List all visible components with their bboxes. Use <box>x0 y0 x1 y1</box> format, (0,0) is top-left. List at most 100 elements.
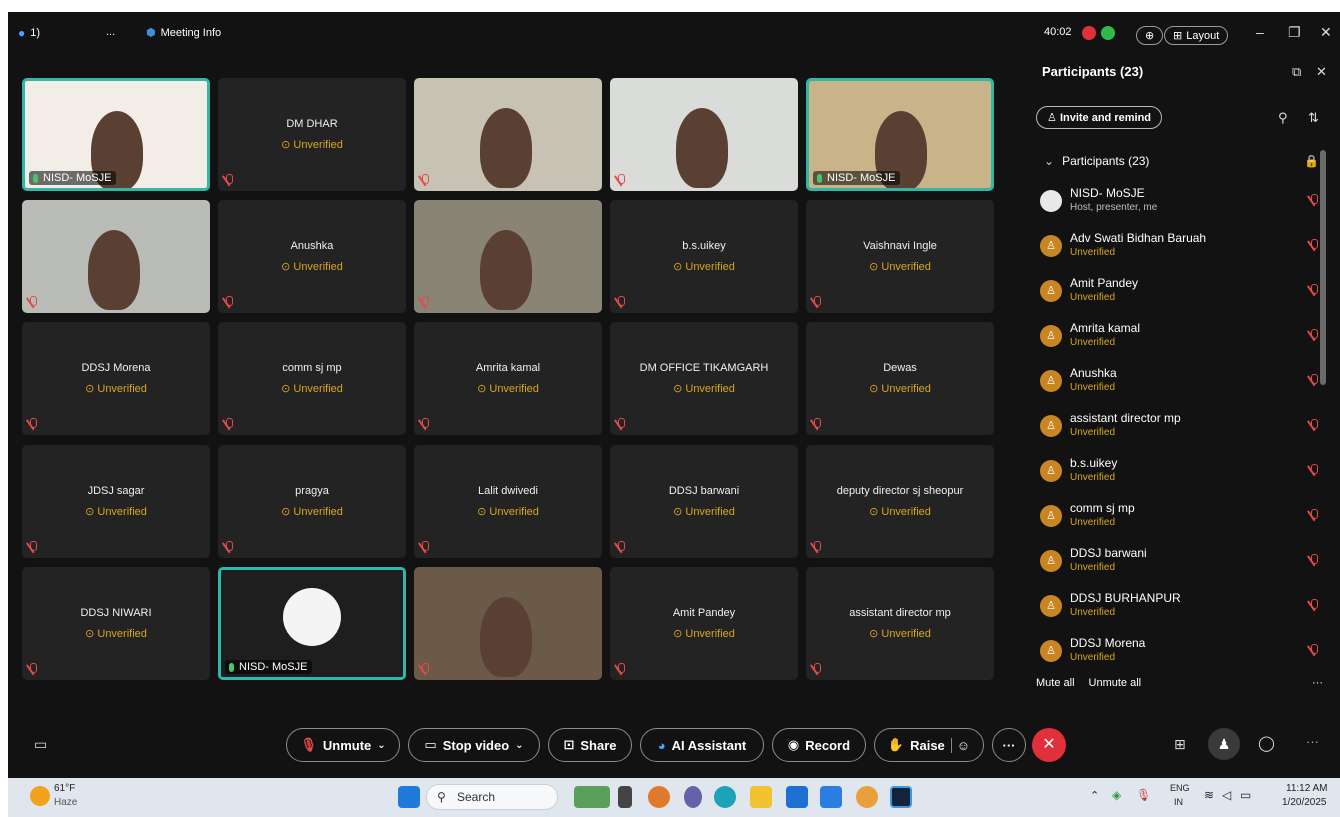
mic-muted-icon[interactable] <box>1309 554 1319 566</box>
teams-icon[interactable] <box>684 786 702 808</box>
meeting-info-button[interactable]: ⬢ Meeting Info <box>146 26 221 40</box>
file-explorer-icon[interactable] <box>750 786 772 808</box>
participant-tile[interactable] <box>610 78 798 191</box>
zoom-button[interactable]: ⊕ <box>1136 26 1164 45</box>
volume-icon[interactable]: ◁ <box>1222 788 1231 802</box>
more-menu-button[interactable]: ... <box>106 26 115 38</box>
task-view-icon[interactable] <box>618 786 632 808</box>
tray-mic-muted-icon[interactable]: 🎙 <box>1136 788 1151 802</box>
chrome-icon[interactable] <box>856 786 878 808</box>
participant-row[interactable]: ♙ Anushka Unverified <box>1038 362 1323 407</box>
participant-tile[interactable] <box>414 200 602 313</box>
participant-tile[interactable]: Amit Pandey ⊙ Unverified <box>610 567 798 680</box>
participant-tile[interactable]: NISD- MoSJE <box>22 78 210 191</box>
mic-muted-icon[interactable] <box>1309 374 1319 386</box>
participants-icon[interactable]: ♟ <box>1208 728 1240 760</box>
captions-icon[interactable]: ▭ <box>34 736 47 753</box>
mic-muted-icon[interactable] <box>1309 284 1319 296</box>
mic-muted-icon[interactable] <box>1309 239 1319 251</box>
stop-video-button[interactable]: ▭ Stop video ⌄ <box>408 728 540 762</box>
lock-icon[interactable]: 🔒 <box>1304 154 1319 168</box>
apps-icon[interactable]: ⊞ <box>1174 736 1186 753</box>
participant-tile[interactable]: JDSJ sagar ⊙ Unverified <box>22 445 210 558</box>
chat-icon[interactable]: ◯ <box>1258 734 1275 752</box>
participant-tile[interactable]: Anushka ⊙ Unverified <box>218 200 406 313</box>
participant-tile[interactable]: assistant director mp ⊙ Unverified <box>806 567 994 680</box>
search-icon[interactable]: ⚲ <box>1278 110 1288 126</box>
end-call-button[interactable]: ✕ <box>1032 728 1066 762</box>
participant-tile[interactable]: b.s.uikey ⊙ Unverified <box>610 200 798 313</box>
participant-tile[interactable]: Lalit dwivedi ⊙ Unverified <box>414 445 602 558</box>
close-icon[interactable]: ✕ <box>1320 24 1332 41</box>
participant-tile[interactable]: comm sj mp ⊙ Unverified <box>218 322 406 435</box>
tray-app-icon[interactable]: ◈ <box>1112 788 1121 802</box>
mic-muted-icon[interactable] <box>1309 419 1319 431</box>
mic-muted-icon[interactable] <box>1309 509 1319 521</box>
taskbar-search[interactable]: ⚲ Search <box>426 784 558 810</box>
participants-list-header[interactable]: ⌄ Participants (23) <box>1044 154 1149 168</box>
share-button[interactable]: ⊡ Share <box>548 728 632 762</box>
mic-muted-icon[interactable] <box>1309 599 1319 611</box>
participant-row[interactable]: ♙ DDSJ BURHANPUR Unverified <box>1038 587 1323 632</box>
webex-taskbar-icon[interactable] <box>890 786 912 808</box>
participant-tile[interactable]: Amrita kamal ⊙ Unverified <box>414 322 602 435</box>
more-button[interactable]: ··· <box>992 728 1026 762</box>
participant-tile[interactable] <box>414 567 602 680</box>
participant-tile[interactable]: NISD- MoSJE <box>218 567 406 680</box>
unmute-button[interactable]: 🎙 Unmute ⌄ <box>286 728 400 762</box>
participant-tile[interactable] <box>414 78 602 191</box>
language-code[interactable]: ENG <box>1170 783 1190 793</box>
clock-time[interactable]: 11:12 AM <box>1286 783 1328 794</box>
minimize-icon[interactable]: – <box>1256 24 1264 40</box>
participant-tile[interactable]: NISD- MoSJE <box>806 78 994 191</box>
participant-row[interactable]: ♙ Amrita kamal Unverified <box>1038 317 1323 362</box>
panel-close-icon[interactable]: ✕ <box>1316 64 1327 80</box>
wifi-icon[interactable]: ≋ <box>1204 788 1214 802</box>
panel-scrollbar[interactable] <box>1320 150 1326 385</box>
sort-icon[interactable]: ⇅ <box>1308 110 1319 126</box>
mic-muted-icon[interactable] <box>1309 644 1319 656</box>
participant-tile[interactable]: Dewas ⊙ Unverified <box>806 322 994 435</box>
widgets-icon[interactable] <box>574 786 610 808</box>
participant-tile[interactable]: DDSJ NIWARI ⊙ Unverified <box>22 567 210 680</box>
participant-tile[interactable]: DDSJ Morena ⊙ Unverified <box>22 322 210 435</box>
participant-row[interactable]: ♙ b.s.uikey Unverified <box>1038 452 1323 497</box>
participant-tile[interactable]: DDSJ barwani ⊙ Unverified <box>610 445 798 558</box>
mute-all-button[interactable]: Mute all <box>1036 677 1075 689</box>
battery-icon[interactable]: ▭ <box>1240 788 1251 802</box>
mail-icon[interactable] <box>820 786 842 808</box>
participant-tile[interactable]: pragya ⊙ Unverified <box>218 445 406 558</box>
layout-button[interactable]: ⊞ Layout <box>1164 26 1229 45</box>
edge-icon[interactable] <box>714 786 736 808</box>
participant-row[interactable]: ♙ DDSJ barwani Unverified <box>1038 542 1323 587</box>
record-button[interactable]: ◉ Record <box>772 728 866 762</box>
raise-hand-button[interactable]: ✋ Raise ☺ <box>874 728 984 762</box>
maximize-icon[interactable]: ❐ <box>1288 24 1301 41</box>
participant-tile[interactable]: Vaishnavi Ingle ⊙ Unverified <box>806 200 994 313</box>
more-options-icon[interactable]: ··· <box>1312 677 1323 689</box>
participant-row[interactable]: ♙ comm sj mp Unverified <box>1038 497 1323 542</box>
participant-tile[interactable]: DM OFFICE TIKAMGARH ⊙ Unverified <box>610 322 798 435</box>
mic-muted-icon[interactable] <box>1309 464 1319 476</box>
participant-row[interactable]: NISD- MoSJE Host, presenter, me <box>1038 182 1323 227</box>
participant-row[interactable]: ♙ DDSJ Morena Unverified <box>1038 632 1323 677</box>
invite-remind-button[interactable]: ♙ Invite and remind <box>1036 106 1163 129</box>
webex-status[interactable]: ● 1) <box>18 26 40 40</box>
popout-icon[interactable]: ⧉ <box>1292 64 1301 80</box>
weather-icon[interactable] <box>30 786 50 806</box>
unmute-all-button[interactable]: Unmute all <box>1089 677 1142 689</box>
mic-muted-icon[interactable] <box>1309 329 1319 341</box>
participant-row[interactable]: ♙ Amit Pandey Unverified <box>1038 272 1323 317</box>
participant-row[interactable]: ♙ assistant director mp Unverified <box>1038 407 1323 452</box>
participant-tile[interactable] <box>22 200 210 313</box>
store-icon[interactable] <box>786 786 808 808</box>
more-panel-icon[interactable]: ··· <box>1306 734 1319 749</box>
windows-start-icon[interactable] <box>398 786 420 808</box>
chevron-up-icon[interactable]: ⌃ <box>1090 789 1099 802</box>
participant-row[interactable]: ♙ Adv Swati Bidhan Baruah Unverified <box>1038 227 1323 272</box>
app-icon[interactable] <box>648 786 670 808</box>
mic-muted-icon[interactable] <box>1309 194 1319 206</box>
ai-assistant-button[interactable]: ◕ AI Assistant <box>640 728 764 762</box>
participant-tile[interactable]: DM DHAR ⊙ Unverified <box>218 78 406 191</box>
participant-tile[interactable]: deputy director sj sheopur ⊙ Unverified <box>806 445 994 558</box>
